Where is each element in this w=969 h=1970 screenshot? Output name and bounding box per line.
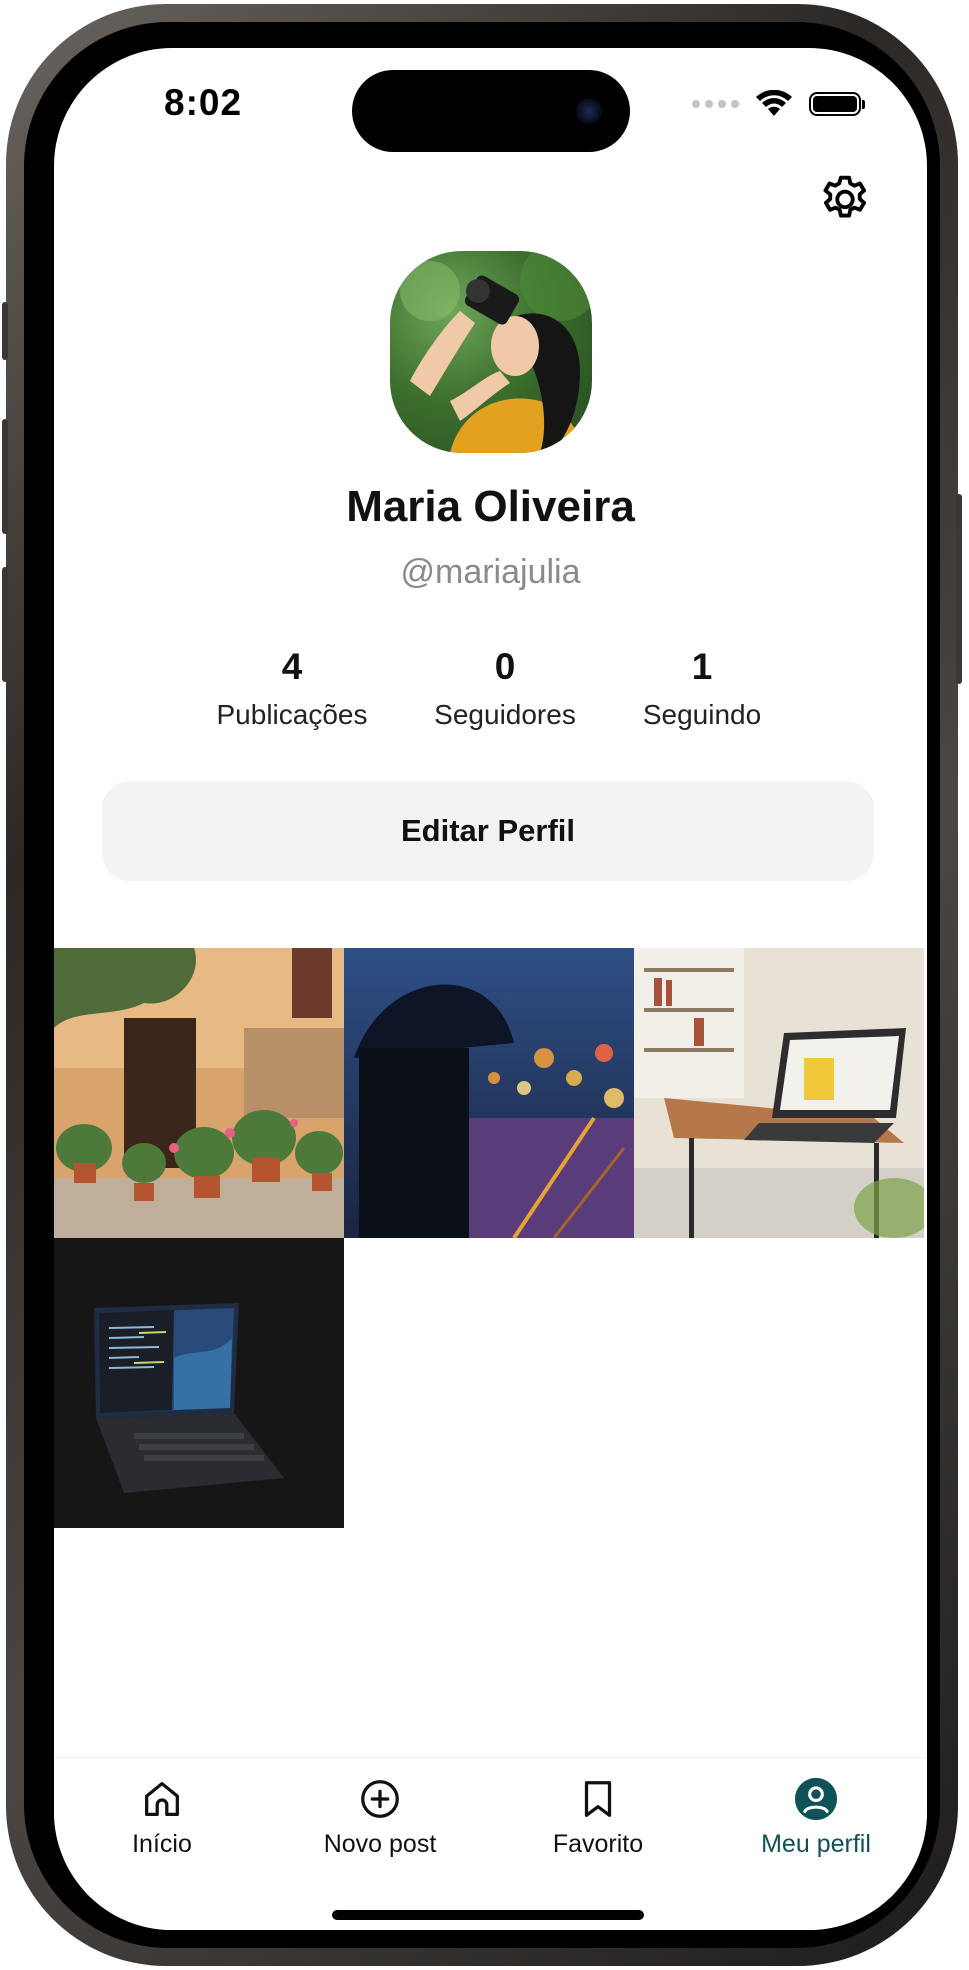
- tab-meu-perfil[interactable]: Meu perfil: [716, 1776, 916, 1859]
- status-indicators: [692, 90, 865, 118]
- tab-label: Início: [132, 1830, 192, 1858]
- tab-label: Favorito: [552, 1830, 644, 1858]
- tab-label: Meu perfil: [761, 1830, 871, 1858]
- camera-icon: [576, 98, 602, 124]
- stat-value: 1: [691, 646, 713, 687]
- signal-icon: [692, 100, 739, 108]
- umbrella-rain-image: [344, 948, 634, 1238]
- tab-novo-post[interactable]: Novo post: [280, 1776, 480, 1859]
- laptop-code-image: [54, 1238, 344, 1528]
- tab-favorito[interactable]: Favorito: [498, 1776, 698, 1859]
- action-button: [2, 302, 8, 360]
- street-plants-image: [54, 948, 344, 1238]
- post-thumbnail-laptop-code[interactable]: [54, 1238, 344, 1528]
- user-circle-icon: [794, 1777, 838, 1821]
- stat-seguindo[interactable]: 1 Seguindo: [602, 648, 802, 731]
- tab-label: Novo post: [323, 1830, 437, 1858]
- phone-frame: 8:02 Maria Oliveira @mariajulia 4 Public…: [2, 4, 962, 1966]
- status-time: 8:02: [164, 82, 243, 123]
- stat-label: Seguindo: [642, 699, 762, 730]
- avatar[interactable]: [390, 251, 592, 453]
- stat-value: 4: [281, 646, 303, 687]
- home-icon: [145, 1782, 179, 1816]
- volume-down-button: [2, 567, 8, 682]
- post-thumbnail-umbrella-rain[interactable]: [344, 948, 634, 1238]
- post-thumbnail-street-plants[interactable]: [54, 948, 344, 1238]
- wifi-icon: [756, 90, 792, 116]
- photographer-avatar-image: [400, 251, 592, 453]
- stat-label: Seguidores: [434, 699, 576, 730]
- volume-up-button: [2, 419, 8, 534]
- tab-bar: Início Novo post Favorito Meu perfil: [54, 1757, 927, 1930]
- profile-name: Maria Oliveira: [346, 482, 635, 531]
- plus-circle-icon: [361, 1780, 399, 1818]
- bookmark-icon: [584, 1781, 612, 1817]
- tab-inicio[interactable]: Início: [62, 1776, 262, 1859]
- post-thumbnail-laptop-table[interactable]: [634, 948, 924, 1238]
- stat-seguidores[interactable]: 0 Seguidores: [405, 648, 605, 731]
- edit-profile-button[interactable]: Editar Perfil: [102, 781, 874, 881]
- gear-icon[interactable]: [816, 168, 874, 226]
- home-indicator[interactable]: [332, 1910, 644, 1920]
- stat-value: 0: [494, 646, 516, 687]
- battery-icon: [809, 92, 865, 116]
- profile-handle: @mariajulia: [400, 553, 581, 591]
- screen: 8:02 Maria Oliveira @mariajulia 4 Public…: [54, 48, 927, 1930]
- power-button: [956, 494, 962, 684]
- stat-label: Publicações: [216, 699, 368, 730]
- dynamic-island: [352, 70, 630, 152]
- laptop-table-image: [634, 948, 924, 1238]
- stat-publicacoes[interactable]: 4 Publicações: [192, 648, 392, 731]
